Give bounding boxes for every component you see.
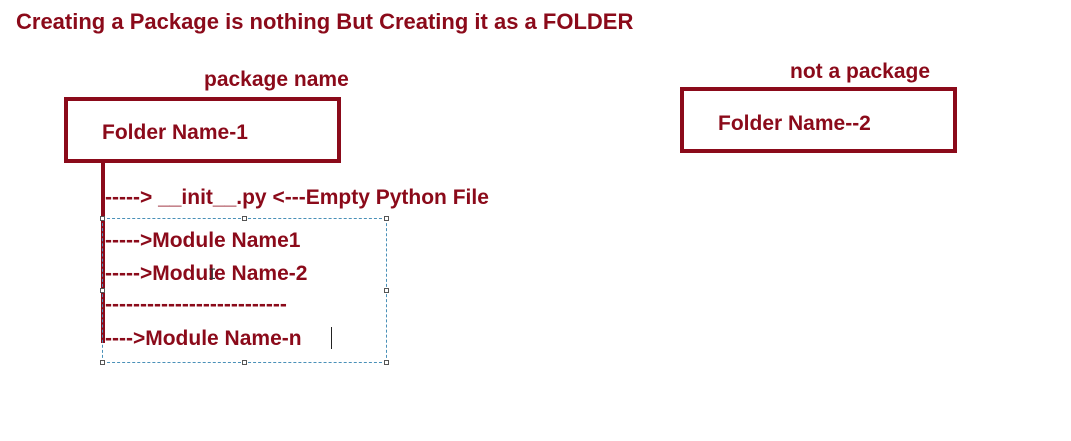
folder-1-label: Folder Name-1 bbox=[102, 121, 248, 144]
ibeam-cursor-icon: I bbox=[208, 267, 217, 283]
folder-1-box: Folder Name-1 bbox=[64, 97, 341, 163]
resize-handle[interactable] bbox=[100, 216, 105, 221]
resize-handle[interactable] bbox=[384, 288, 389, 293]
resize-handle[interactable] bbox=[242, 360, 247, 365]
module-line-n[interactable]: ---->Module Name-n bbox=[105, 327, 302, 351]
slide-title: Creating a Package is nothing But Creati… bbox=[16, 9, 634, 34]
folder-2-box: Folder Name--2 bbox=[680, 87, 957, 153]
init-file-line: -----> __init__.py <---Empty Python File bbox=[105, 186, 489, 209]
not-a-package-label: not a package bbox=[790, 60, 931, 83]
resize-handle[interactable] bbox=[100, 360, 105, 365]
module-line-1[interactable]: ----->Module Name1 bbox=[105, 229, 300, 253]
text-cursor bbox=[331, 327, 332, 349]
module-line-2[interactable]: ----->Module Name-2 bbox=[105, 262, 307, 286]
dashed-separator-line[interactable]: -------------------------- bbox=[105, 293, 287, 317]
resize-handle[interactable] bbox=[384, 360, 389, 365]
package-name-label: package name bbox=[204, 68, 349, 91]
folder-2-label: Folder Name--2 bbox=[718, 112, 871, 135]
resize-handle[interactable] bbox=[242, 216, 247, 221]
resize-handle[interactable] bbox=[384, 216, 389, 221]
